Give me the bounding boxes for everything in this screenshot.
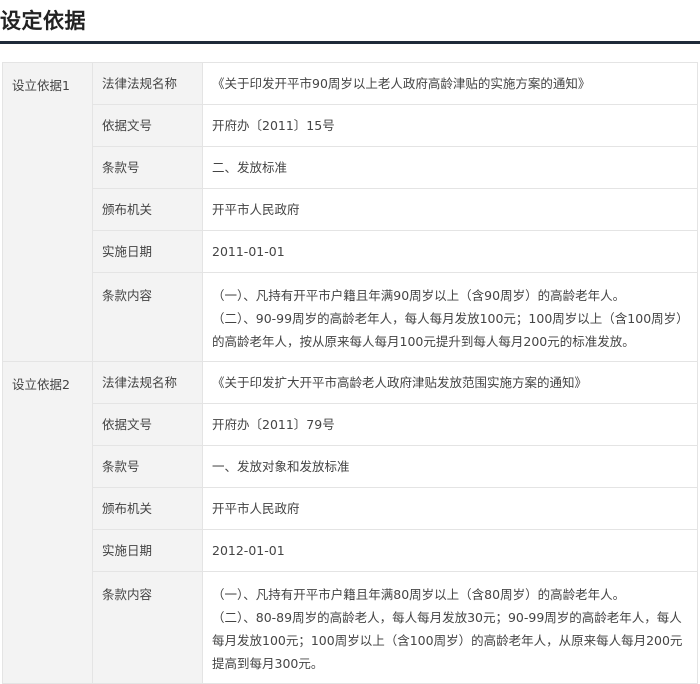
clause-content-value: （一）、凡持有开平市户籍且年满80周岁以上（含80周岁）的高龄老年人。 （二）、…	[202, 571, 698, 684]
table-row: 条款内容 （一）、凡持有开平市户籍且年满90周岁以上（含90周岁）的高龄老年人。…	[3, 272, 698, 362]
doc-no-value: 开府办〔2011〕15号	[202, 104, 698, 147]
clause-content-line: （一）、凡持有开平市户籍且年满90周岁以上（含90周岁）的高龄老年人。	[212, 288, 626, 303]
issuer-value: 开平市人民政府	[202, 487, 698, 530]
doc-no-value: 开府办〔2011〕79号	[202, 403, 698, 446]
table-row: 设立依据2 法律法规名称 《关于印发扩大开平市高龄老人政府津贴发放范围实施方案的…	[2, 361, 698, 684]
field-label-effective-date: 实施日期	[92, 529, 203, 572]
field-label-effective-date: 实施日期	[92, 230, 203, 273]
page-header: 设定依据	[0, 0, 700, 44]
group-label: 设立依据2	[2, 361, 93, 684]
table-row: 条款内容 （一）、凡持有开平市户籍且年满80周岁以上（含80周岁）的高龄老年人。…	[3, 571, 698, 684]
basis-table: 设立依据1 法律法规名称 《关于印发开平市90周岁以上老人政府高龄津贴的实施方案…	[2, 62, 698, 684]
field-label-clause-no: 条款号	[92, 146, 203, 189]
table-row: 实施日期 2012-01-01	[3, 529, 698, 572]
field-label-clause-content: 条款内容	[92, 571, 203, 684]
table-row: 颁布机关 开平市人民政府	[3, 487, 698, 530]
issuer-value: 开平市人民政府	[202, 188, 698, 231]
law-name-value: 《关于印发开平市90周岁以上老人政府高龄津贴的实施方案的通知》	[202, 62, 698, 105]
page-title: 设定依据	[0, 9, 86, 33]
field-label-issuer: 颁布机关	[92, 188, 203, 231]
table-row: 条款号 一、发放对象和发放标准	[3, 445, 698, 488]
table-row: 颁布机关 开平市人民政府	[3, 188, 698, 231]
table-row: 设立依据1 法律法规名称 《关于印发开平市90周岁以上老人政府高龄津贴的实施方案…	[2, 62, 698, 362]
clause-no-value: 一、发放对象和发放标准	[202, 445, 698, 488]
field-label-issuer: 颁布机关	[92, 487, 203, 530]
clause-content-line: （一）、凡持有开平市户籍且年满80周岁以上（含80周岁）的高龄老年人。	[212, 587, 626, 602]
field-label-clause-content: 条款内容	[92, 272, 203, 362]
field-label-clause-no: 条款号	[92, 445, 203, 488]
clause-content-line: （二）、90-99周岁的高龄老年人，每人每月发放100元；100周岁以上（含10…	[212, 311, 683, 349]
table-row: 依据文号 开府办〔2011〕79号	[3, 403, 698, 446]
law-name-value: 《关于印发扩大开平市高龄老人政府津贴发放范围实施方案的通知》	[202, 361, 698, 404]
table-row: 条款号 二、发放标准	[3, 146, 698, 189]
field-label-doc-no: 依据文号	[92, 403, 203, 446]
clause-content-value: （一）、凡持有开平市户籍且年满90周岁以上（含90周岁）的高龄老年人。 （二）、…	[202, 272, 698, 362]
field-label-law-name: 法律法规名称	[92, 361, 203, 404]
effective-date-value: 2011-01-01	[202, 230, 698, 273]
effective-date-value: 2012-01-01	[202, 529, 698, 572]
clause-content-line: （二）、80-89周岁的高龄老人，每人每月发放30元；90-99周岁的高龄老年人…	[212, 610, 683, 671]
table-row: 依据文号 开府办〔2011〕15号	[3, 104, 698, 147]
clause-no-value: 二、发放标准	[202, 146, 698, 189]
field-label-law-name: 法律法规名称	[92, 62, 203, 105]
field-label-doc-no: 依据文号	[92, 104, 203, 147]
table-row: 实施日期 2011-01-01	[3, 230, 698, 273]
group-label: 设立依据1	[2, 62, 93, 362]
